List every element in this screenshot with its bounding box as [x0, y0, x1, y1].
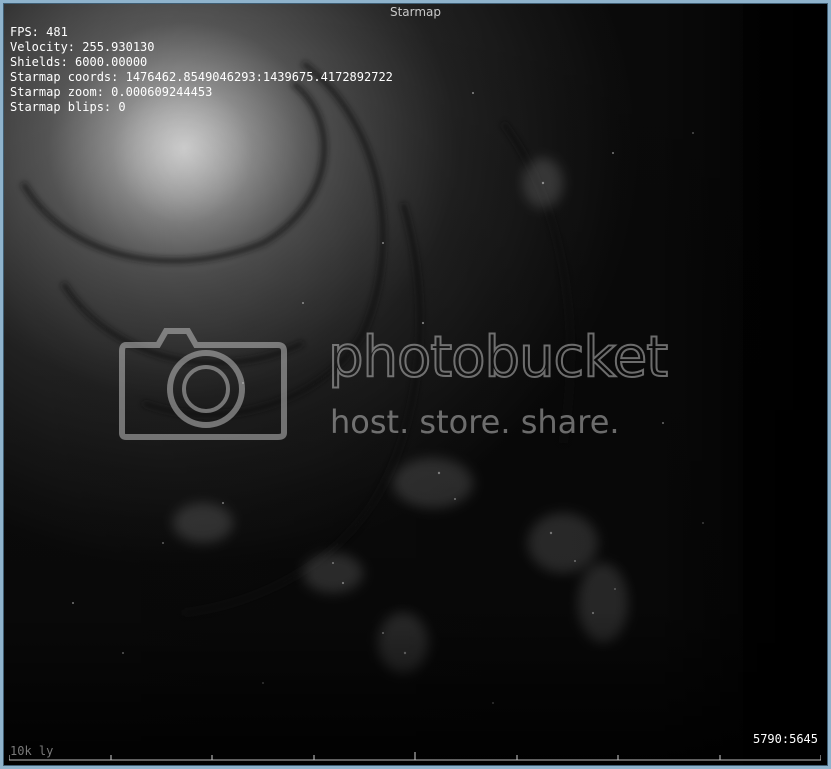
starmap-coords-readout: Starmap coords: 1476462.8549046293:14396… — [10, 70, 393, 84]
velocity-readout: Velocity: 255.930130 — [10, 40, 155, 54]
scale-bar — [9, 752, 821, 761]
shields-readout: Shields: 6000.00000 — [10, 55, 148, 69]
starmap-zoom-readout: Starmap zoom: 0.000609244453 — [10, 85, 213, 99]
hud-overlay: FPS: 481 Velocity: 255.930130 Shields: 6… — [10, 25, 393, 115]
cursor-coords-readout: 5790:5645 — [752, 732, 818, 746]
watermark-brand: photobucket — [327, 324, 669, 391]
photobucket-watermark: photobucket host. store. share. — [118, 324, 718, 445]
watermark-tagline: host. store. share. — [330, 403, 620, 441]
fps-readout: FPS: 481 — [10, 25, 68, 39]
window-title: Starmap — [389, 5, 442, 19]
camera-icon — [119, 328, 287, 440]
starmap-window: Starmap photobucket host. store. share. … — [0, 0, 831, 769]
starmap-blips-readout: Starmap blips: 0 — [10, 100, 126, 114]
